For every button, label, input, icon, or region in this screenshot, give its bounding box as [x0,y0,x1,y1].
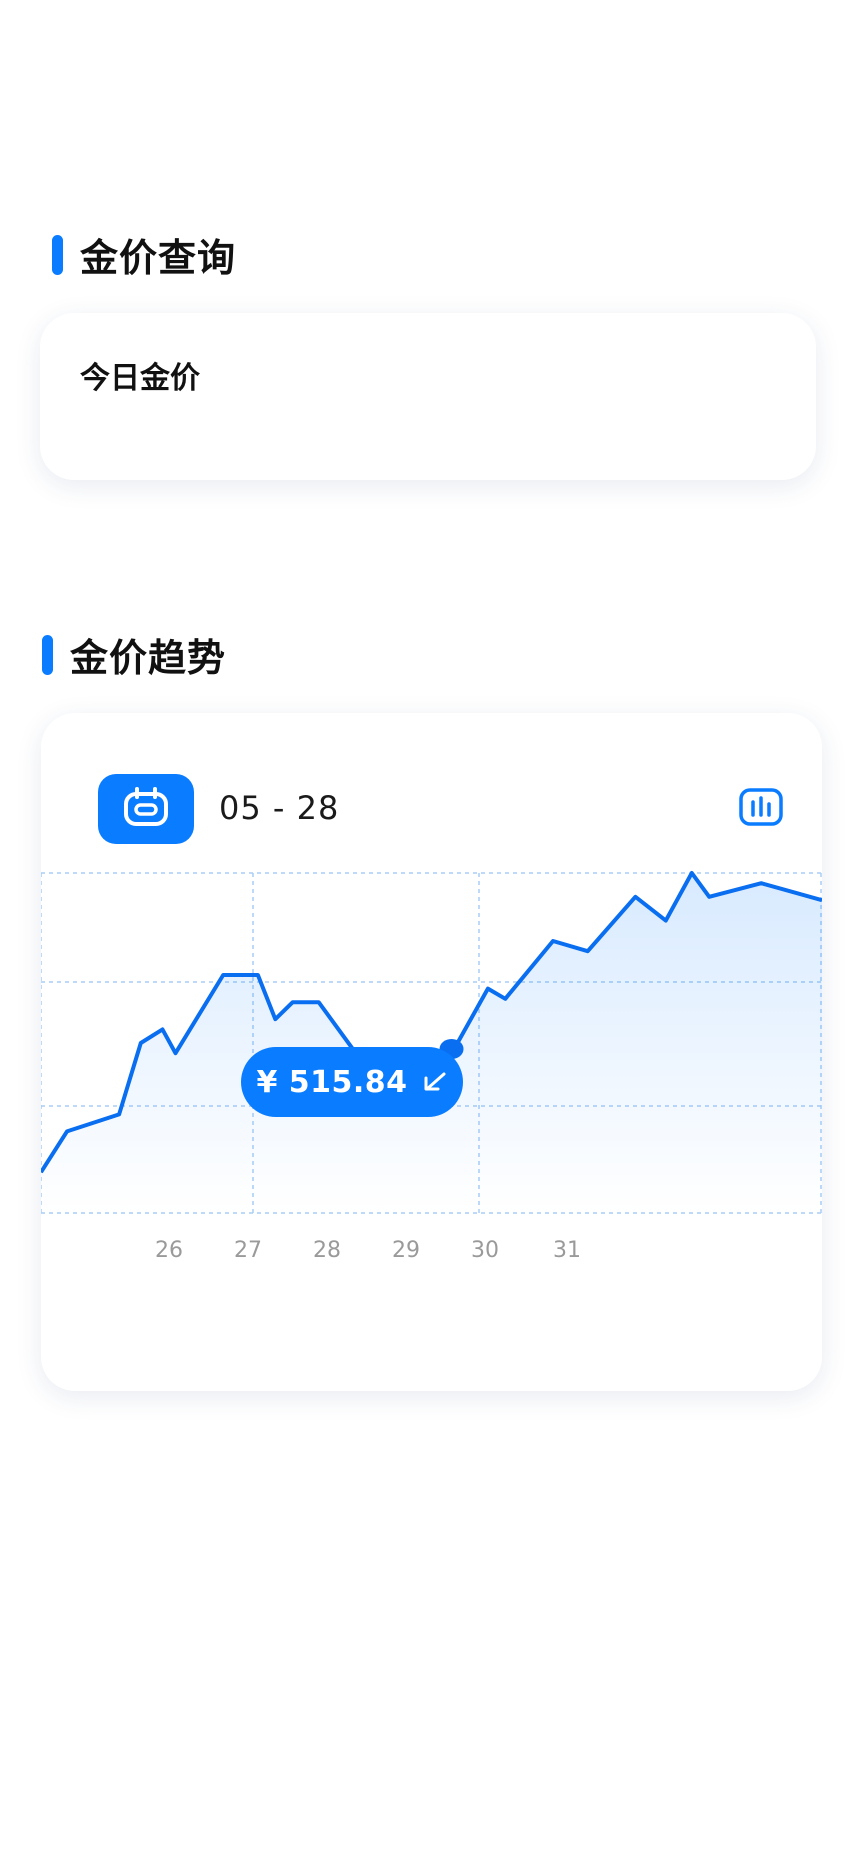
x-tick-label: 30 [471,1238,499,1263]
today-price-card: 今日金价 [40,313,816,480]
tooltip-price: ¥ 515.84 [256,1064,408,1100]
today-price-title: 今日金价 [80,361,200,396]
section-accent-bar [42,634,53,675]
x-tick-label: 29 [392,1238,420,1263]
price-tooltip: ¥ 515.84 [241,1047,463,1117]
section-title-query: 金价查询 [80,236,237,280]
section-accent-bar [52,234,63,275]
x-tick-label: 27 [234,1238,262,1263]
x-tick-label: 28 [313,1238,341,1263]
bar-chart-icon [738,787,784,831]
date-picker-button[interactable] [98,774,194,844]
chart-type-toggle[interactable] [738,788,784,830]
section-header-trend: 金价趋势 [42,627,226,682]
section-title-trend: 金价趋势 [70,636,227,680]
selected-date[interactable]: 05 - 28 [219,789,339,827]
x-tick-label: 31 [553,1238,581,1263]
x-tick-label: 26 [155,1238,183,1263]
chart-area-fill [41,873,822,1213]
arrow-down-left-icon [422,1071,448,1093]
section-header-query: 金价查询 [52,227,236,282]
x-axis-ticks: 26 27 28 29 30 31 [155,1238,581,1263]
trend-chart-card: 26 27 28 29 30 31 05 - 28 ¥ 515.84 [41,713,822,1391]
calendar-icon [123,787,169,831]
